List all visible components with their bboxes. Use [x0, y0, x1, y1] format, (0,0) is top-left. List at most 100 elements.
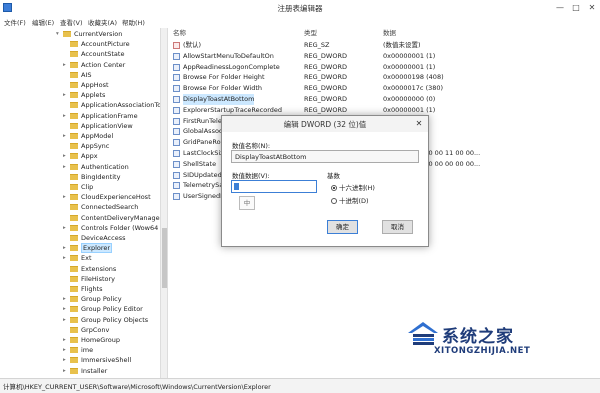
cancel-button[interactable]: 取消: [382, 220, 413, 234]
tree-item[interactable]: ▸ Controls Folder (Wow64: [63, 223, 158, 233]
expand-arrow-icon[interactable]: ▸: [63, 111, 70, 121]
tree-item[interactable]: ▸ Authentication: [63, 162, 129, 172]
expand-arrow-icon[interactable]: ▸: [63, 304, 70, 314]
expand-arrow-icon[interactable]: ▸: [63, 90, 70, 100]
expand-arrow-icon[interactable]: ▸: [63, 253, 70, 263]
registry-value-row[interactable]: DisplayToastAtBottom REG_DWORD 0x00000000 …: [168, 94, 600, 105]
tree-item[interactable]: DeviceAccess: [63, 233, 125, 243]
expand-arrow-icon[interactable]: ▸: [63, 162, 70, 172]
ok-button[interactable]: 确定: [327, 220, 358, 234]
menu-help[interactable]: 帮助(H): [122, 17, 145, 27]
expand-arrow-icon[interactable]: ▸: [63, 366, 70, 376]
tree-item[interactable]: ▸ Applets: [63, 90, 105, 100]
tree-item[interactable]: ▸ ApplicationFrame: [63, 111, 138, 121]
tree-item[interactable]: ▸ Explorer: [63, 243, 113, 254]
tree-item-label: BingIdentity: [81, 172, 121, 181]
expand-arrow-icon[interactable]: ▸: [63, 335, 70, 345]
tree-item[interactable]: Flights: [63, 284, 103, 294]
column-header-data[interactable]: 数据: [383, 28, 396, 39]
expand-arrow-icon[interactable]: ▸: [63, 355, 70, 365]
folder-icon: [70, 275, 78, 282]
folder-icon: [70, 306, 78, 313]
tree-item[interactable]: Clip: [63, 182, 93, 192]
tree-item[interactable]: ▸ Group Policy: [63, 294, 122, 304]
tree-item-label: Clip: [81, 183, 94, 191]
minimize-button[interactable]: —: [554, 2, 566, 13]
menu-favorites[interactable]: 收藏夹(A): [88, 17, 117, 27]
status-bar: 计算机\HKEY_CURRENT_USER\Software\Microsoft…: [0, 378, 600, 393]
tree-item[interactable]: ▸ AppModel: [63, 131, 113, 141]
tree-item[interactable]: ▸ Group Policy Editor: [63, 304, 143, 314]
expand-arrow-icon[interactable]: ▸: [63, 315, 70, 325]
radio-hex-label: 十六进制(H): [339, 184, 375, 192]
radio-decimal[interactable]: 十进制(D): [331, 196, 369, 206]
folder-icon: [70, 71, 78, 78]
value-name: Browse For Folder Width: [183, 84, 262, 93]
registry-tree[interactable]: ▾ CurrentVersion AccountPicture AccountStat…: [0, 28, 160, 378]
expand-arrow-icon[interactable]: ▸: [63, 192, 70, 202]
folder-icon: [70, 255, 78, 262]
value-name: AllowStartMenuToDefaultOn: [183, 51, 274, 60]
column-header-type[interactable]: 类型: [304, 28, 317, 39]
tree-item[interactable]: ApplicationView: [63, 121, 133, 131]
tree-item[interactable]: BingIdentity: [63, 172, 120, 182]
tree-item[interactable]: AIS: [63, 70, 92, 80]
menu-file[interactable]: 文件(F): [4, 17, 26, 27]
tree-item[interactable]: ▸ Action Center: [63, 60, 125, 70]
value-name-label: 数值名称(N):: [232, 142, 271, 150]
tree-item-label: DeviceAccess: [81, 234, 126, 242]
tree-item[interactable]: ▸ HomeGroup: [63, 335, 120, 345]
watermark-url: XITONGZHIJIA.NET: [434, 346, 531, 356]
maximize-button[interactable]: □: [570, 2, 582, 13]
expand-arrow-icon[interactable]: ▸: [63, 151, 70, 161]
menu-edit[interactable]: 编辑(E): [32, 17, 54, 27]
folder-icon: [70, 286, 78, 292]
dword-value-icon: [173, 128, 180, 136]
dword-value-icon: [173, 96, 180, 103]
radio-hexadecimal[interactable]: 十六进制(H): [331, 183, 375, 193]
tree-item[interactable]: ApplicationAssociationTo: [63, 100, 160, 110]
tree-item[interactable]: AccountPicture: [63, 39, 130, 49]
registry-value-row[interactable]: (默认) REG_SZ (数值未设置): [168, 40, 600, 51]
expand-arrow-icon[interactable]: ▸: [63, 223, 70, 233]
menu-view[interactable]: 查看(V): [60, 17, 83, 27]
tree-item[interactable]: ▸ Ext: [63, 253, 92, 263]
tree-item[interactable]: FileHistory: [63, 274, 115, 284]
tree-item[interactable]: ▸ Installer: [63, 366, 107, 376]
window-title: 注册表编辑器: [277, 4, 323, 13]
tree-item[interactable]: ▸ ime: [63, 345, 93, 355]
dword-value-icon: [173, 106, 180, 114]
tree-item[interactable]: AppHost: [63, 80, 109, 90]
tree-item[interactable]: GrpConv: [63, 325, 109, 335]
dialog-close-button[interactable]: ✕: [413, 118, 425, 129]
tree-item[interactable]: ▾ CurrentVersion: [56, 29, 122, 39]
tree-item[interactable]: ConnectedSearch: [63, 202, 138, 212]
tree-item[interactable]: AccountState: [63, 49, 124, 59]
registry-value-row[interactable]: AllowStartMenuToDefaultOn REG_DWORD 0x0000…: [168, 51, 600, 62]
base-group-label: 基数: [327, 172, 340, 180]
expand-arrow-icon[interactable]: ▸: [63, 243, 70, 253]
expand-arrow-icon[interactable]: ▸: [63, 345, 70, 355]
close-button[interactable]: ✕: [586, 2, 598, 13]
registry-value-row[interactable]: AppReadinessLogonComplete REG_DWORD 0x0000…: [168, 62, 600, 73]
value-data-input[interactable]: [231, 180, 317, 193]
registry-value-row[interactable]: Browse For Folder Height REG_DWORD 0x00000…: [168, 72, 600, 83]
column-header-name[interactable]: 名称: [173, 28, 186, 39]
expand-arrow-icon[interactable]: ▸: [63, 131, 70, 141]
expand-arrow-icon[interactable]: ▸: [63, 294, 70, 304]
value-data: (数值未设置): [383, 41, 421, 49]
folder-icon: [70, 133, 78, 139]
tree-item[interactable]: ▸ Group Policy Objects: [63, 315, 148, 325]
folder-icon: [70, 112, 78, 119]
tree-item[interactable]: ▸ Appx: [63, 151, 98, 161]
folder-icon: [70, 337, 78, 343]
expand-arrow-icon[interactable]: ▸: [63, 60, 70, 70]
tree-item[interactable]: Extensions: [63, 264, 116, 274]
tree-item[interactable]: ContentDeliveryManager: [63, 213, 160, 223]
expand-arrow-icon[interactable]: ▾: [56, 29, 63, 39]
tree-item[interactable]: AppSync: [63, 141, 109, 151]
registry-value-row[interactable]: Browse For Folder Width REG_DWORD 0x000001…: [168, 83, 600, 94]
tree-item[interactable]: ▸ CloudExperienceHost: [63, 192, 151, 202]
tree-item[interactable]: ▸ ImmersiveShell: [63, 355, 131, 365]
tree-item-label: HomeGroup: [81, 336, 120, 344]
